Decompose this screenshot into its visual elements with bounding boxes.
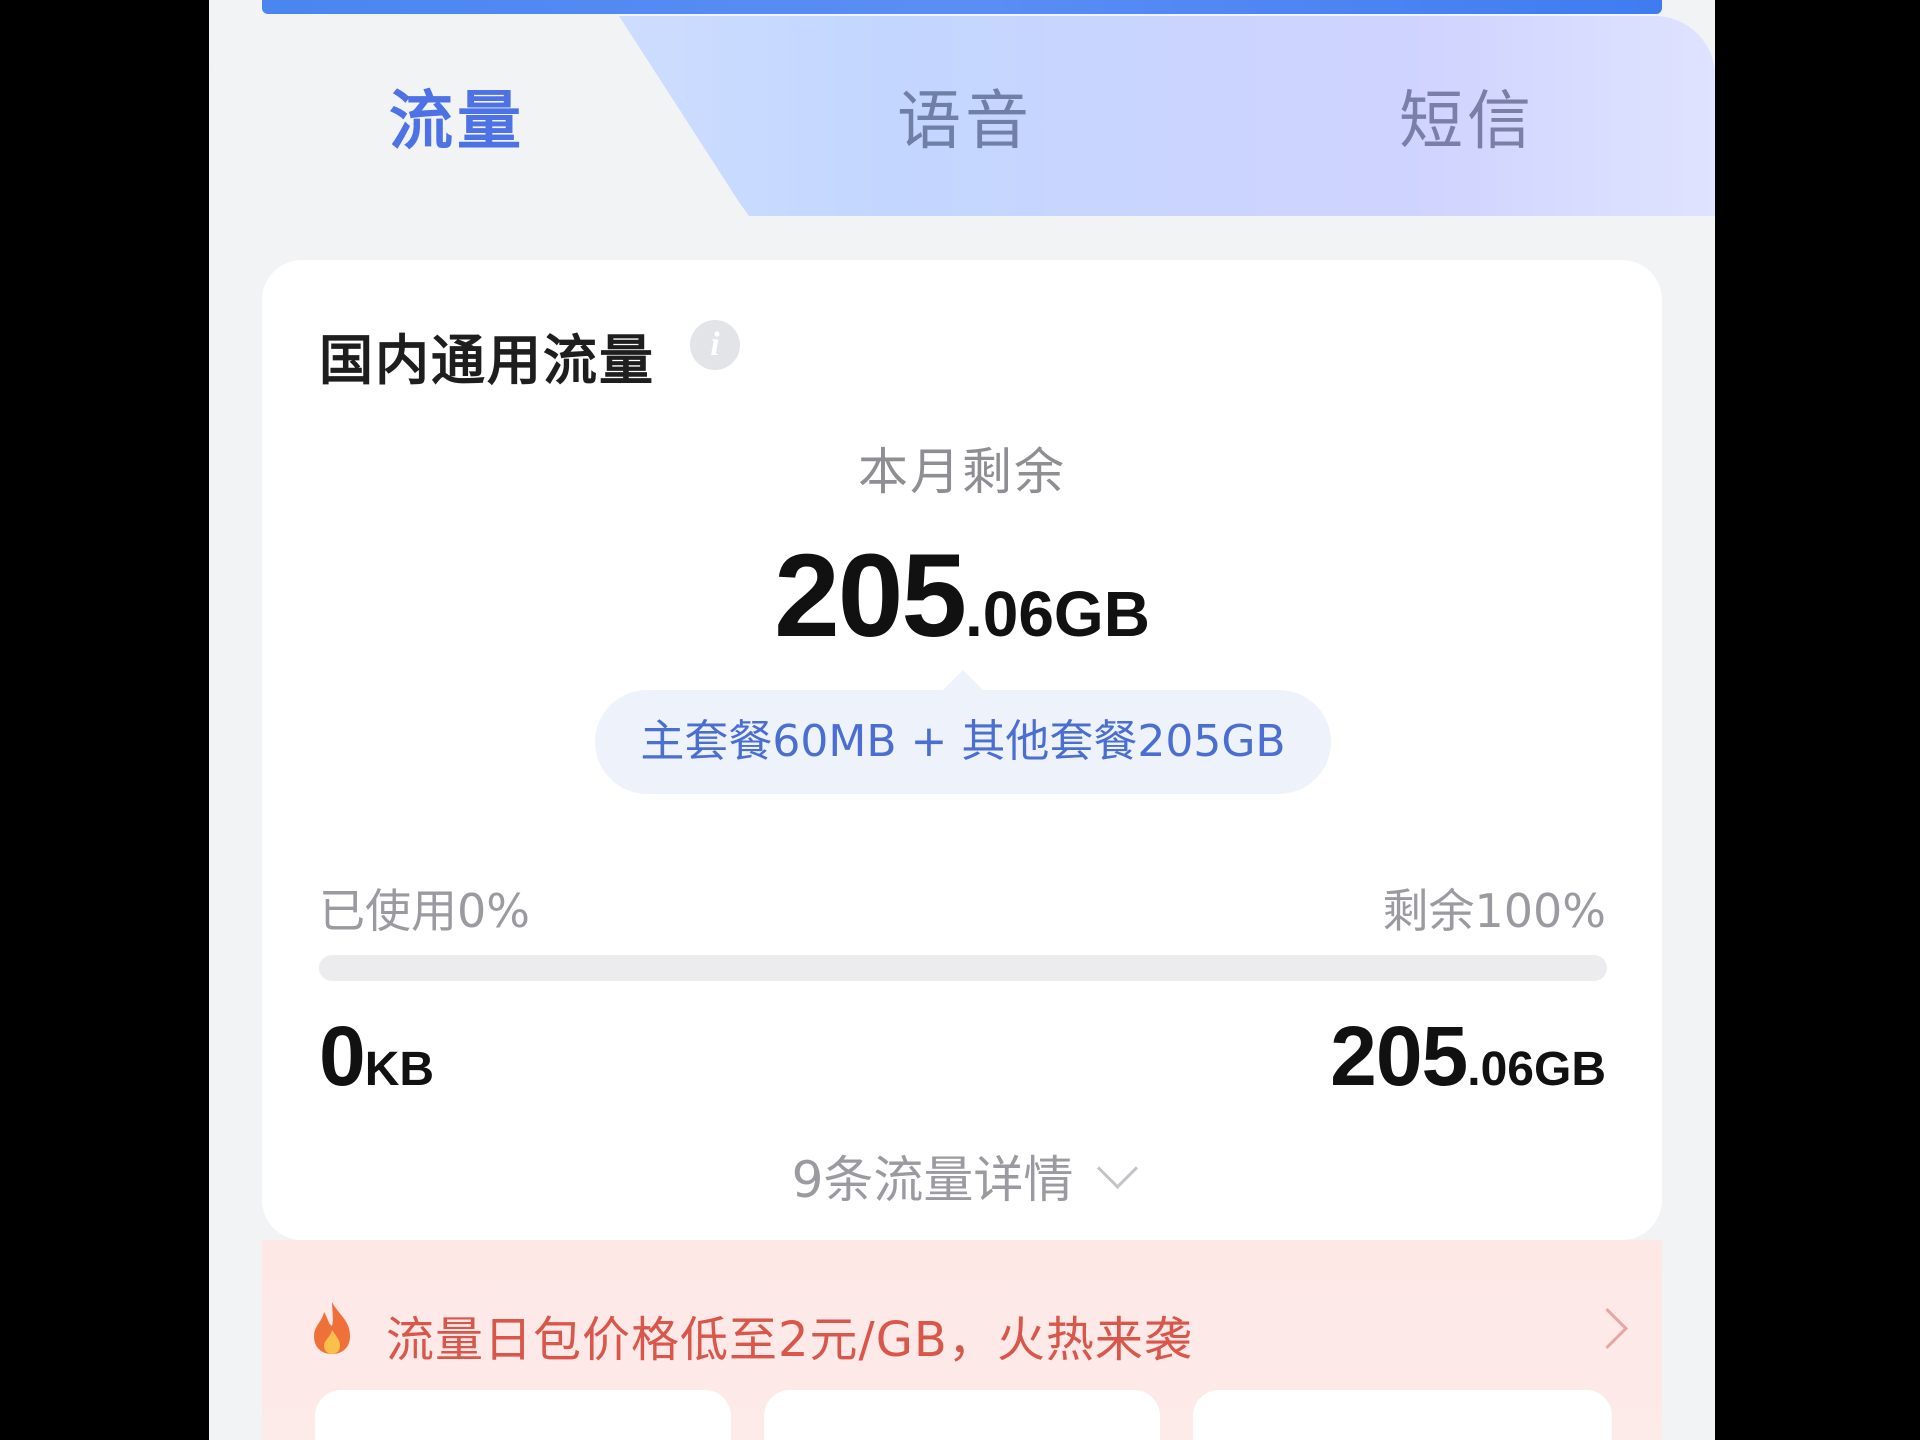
phone-screen: 流量 语音 短信 国内通用流量 i 本月剩余 205.06GB 主套餐60MB … [209,0,1715,1440]
package-card[interactable] [764,1390,1160,1440]
promo-banner[interactable]: 流量日包价格低至2元/GB，火热来袭 [262,1240,1662,1440]
used-amount-unit: KB [364,1043,435,1096]
tab-voice[interactable]: 语音 [897,70,1033,162]
remaining-percent-label: 剩余100% [1382,884,1606,938]
tab-sms[interactable]: 短信 [1399,70,1535,162]
info-icon[interactable]: i [690,320,740,370]
total-amount: 205.06GB [1330,1008,1606,1105]
remaining-label: 本月剩余 [858,443,1066,501]
card-title: 国内通用流量 [319,329,655,392]
plan-breakdown: 主套餐60MB + 其他套餐205GB [595,690,1331,794]
breakdown-tooltip: 主套餐60MB + 其他套餐205GB [595,670,1331,794]
remaining-value: 205.06GB [262,528,1662,664]
chevron-right-icon [1586,1307,1629,1350]
data-usage-card: 国内通用流量 i 本月剩余 205.06GB 主套餐60MB + 其他套餐205… [262,260,1662,1240]
remaining-value-integer: 205 [774,530,967,662]
data-details-label: 9条流量详情 [791,1151,1074,1209]
used-amount-integer: 0 [319,1009,366,1103]
chevron-down-icon [1097,1147,1139,1190]
promo-text: 流量日包价格低至2元/GB，火热来袭 [386,1312,1193,1368]
tab-data[interactable]: 流量 [389,70,525,162]
tooltip-arrow [943,670,983,690]
package-card[interactable] [315,1390,731,1440]
fire-icon [314,1302,350,1354]
used-percent-label: 已使用0% [319,884,530,938]
total-amount-integer: 205 [1330,1009,1468,1103]
remaining-value-decimal-unit: .06GB [964,578,1150,650]
total-amount-unit: .06GB [1467,1043,1606,1096]
package-card[interactable] [1193,1390,1612,1440]
data-details-toggle[interactable]: 9条流量详情 [262,1140,1662,1212]
usage-progress-bar [319,955,1607,981]
top-banner-edge [262,0,1662,14]
used-amount: 0KB [319,1008,434,1105]
